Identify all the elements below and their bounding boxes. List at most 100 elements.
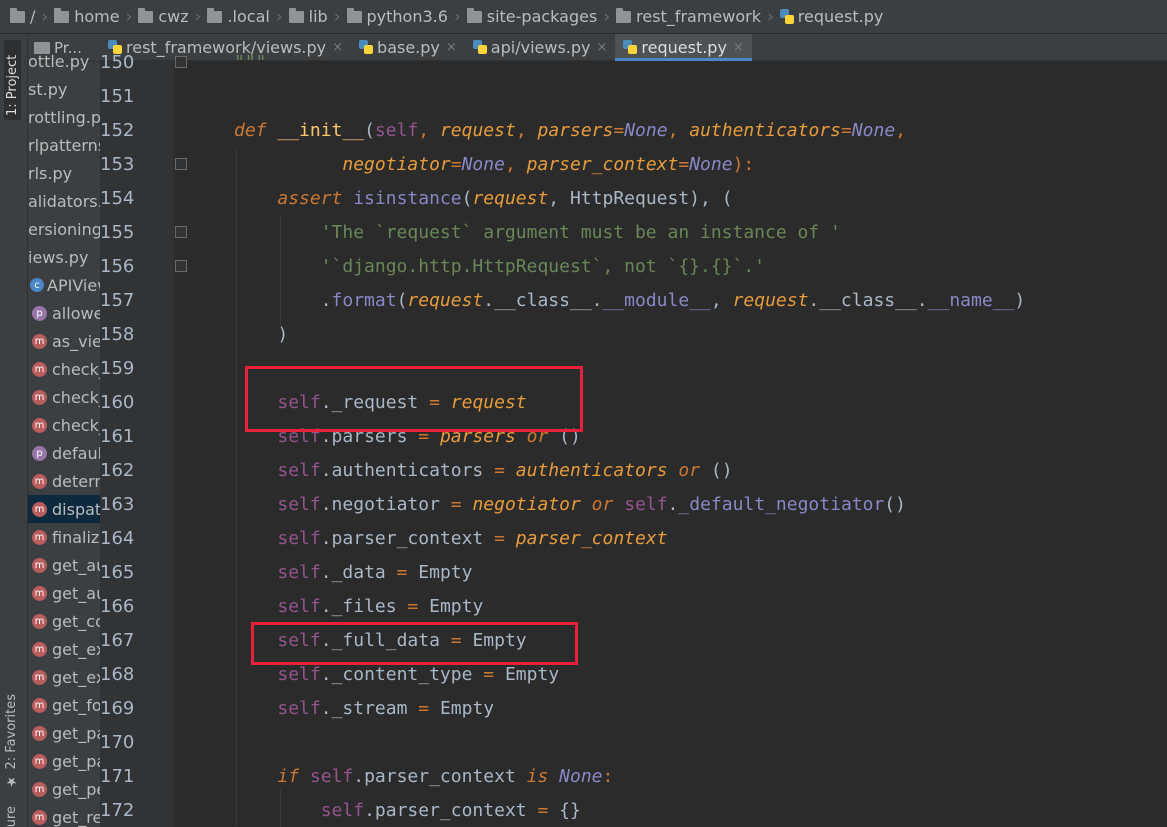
breadcrumb-label: .local xyxy=(227,7,270,26)
python-file-icon xyxy=(779,9,794,24)
line-number: 167 xyxy=(100,629,135,651)
line-number: 171 xyxy=(100,765,135,787)
code-token: __name__ xyxy=(927,289,1015,311)
code-token: , xyxy=(710,289,733,311)
breadcrumb-item[interactable]: / xyxy=(10,7,35,26)
code-token: self xyxy=(277,663,321,685)
code-token: or xyxy=(678,459,711,481)
code-token: = xyxy=(407,595,430,617)
highlight-box-full-data xyxy=(251,622,578,665)
breadcrumb-item[interactable]: python3.6 xyxy=(346,7,448,26)
code-token: ) xyxy=(234,323,289,345)
code-token: self xyxy=(277,459,321,481)
code-token: .parser_context xyxy=(353,765,527,787)
code-token: self xyxy=(277,697,321,719)
breadcrumb-item[interactable]: cwz xyxy=(138,7,189,26)
folder-icon xyxy=(54,7,70,23)
code-token: ._files xyxy=(320,595,408,617)
code-token: .parser_context xyxy=(364,799,538,821)
code-token: = xyxy=(450,153,462,175)
code-token: None xyxy=(461,153,505,175)
code-token: ( xyxy=(461,187,473,209)
code-token: def xyxy=(234,119,278,141)
code-token: if xyxy=(277,765,310,787)
code-token: = xyxy=(450,493,473,515)
line-number: 172 xyxy=(100,799,135,821)
breadcrumb-item[interactable]: request.py xyxy=(779,7,883,26)
breadcrumb-separator-icon: › xyxy=(275,6,283,27)
code-token: is xyxy=(526,765,560,787)
code-text: negotiator=None, parser_context=None): xyxy=(234,154,754,175)
breadcrumb-label: home xyxy=(74,7,120,26)
folder-icon xyxy=(346,7,362,23)
breadcrumb-item[interactable]: site-packages xyxy=(466,7,598,26)
code-line: 162 self.authenticators = authenticators… xyxy=(0,453,1067,487)
line-number: 152 xyxy=(100,119,135,141)
breadcrumb-label: rest_framework xyxy=(636,7,761,26)
code-text: self._data = Empty xyxy=(234,562,472,583)
code-text: if self.parser_context is None: xyxy=(234,766,613,787)
indent-guide xyxy=(280,790,281,827)
code-token: , xyxy=(504,153,527,175)
code-line: 171 if self.parser_context is None: xyxy=(0,759,1067,793)
code-token: self xyxy=(624,493,668,515)
line-number: 158 xyxy=(100,323,135,345)
code-token: = xyxy=(678,153,690,175)
code-token: ( xyxy=(364,119,375,141)
code-text: self.parser_context = parser_context xyxy=(234,527,668,549)
code-token: .negotiator xyxy=(320,493,451,515)
code-token: () xyxy=(710,459,733,481)
code-token: parser_context xyxy=(515,527,668,549)
code-token: ) xyxy=(1014,289,1026,311)
breadcrumb-separator-icon: › xyxy=(194,6,202,27)
code-token: ._stream xyxy=(320,697,419,719)
code-token: .parser_context xyxy=(320,527,495,549)
fold-marker-icon[interactable] xyxy=(175,158,187,170)
code-token: self xyxy=(277,527,321,549)
breadcrumb-separator-icon: › xyxy=(603,6,611,27)
breadcrumb-label: site-packages xyxy=(486,7,598,26)
line-number: 151 xyxy=(100,85,135,107)
code-token: None xyxy=(559,765,603,787)
code-token: __module__ xyxy=(602,289,711,311)
code-token: = xyxy=(396,561,419,583)
fold-marker-icon[interactable] xyxy=(175,226,187,238)
highlight-box-request xyxy=(245,366,583,432)
line-number: 154 xyxy=(100,187,135,209)
code-token: ._content_type xyxy=(320,663,484,685)
code-token: ( xyxy=(396,289,408,311)
code-text: self._stream = Empty xyxy=(234,698,494,719)
breadcrumb-item[interactable]: lib xyxy=(288,7,328,26)
code-line: 150 """ xyxy=(0,45,1067,79)
breadcrumb-item[interactable]: rest_framework xyxy=(616,7,761,26)
fold-marker-icon[interactable] xyxy=(175,260,187,272)
breadcrumb-label: python3.6 xyxy=(366,7,448,26)
code-token: negotiator xyxy=(342,153,451,175)
code-line: 166 self._files = Empty xyxy=(0,589,1067,623)
breadcrumb-separator-icon: › xyxy=(125,6,133,27)
code-token: . xyxy=(320,289,332,311)
code-token: None xyxy=(689,153,733,175)
folder-icon xyxy=(616,7,632,23)
code-text: 'The `request` argument must be an insta… xyxy=(234,222,841,243)
code-token: .__class__. xyxy=(808,289,928,311)
code-token: _default_negotiator xyxy=(678,493,885,515)
line-number: 150 xyxy=(100,51,135,73)
code-token: or xyxy=(591,493,625,515)
breadcrumb-item[interactable]: home xyxy=(54,7,120,26)
code-line: 170 xyxy=(0,725,1067,759)
code-text: self.parser_context = {} xyxy=(234,800,581,821)
folder-icon xyxy=(138,7,154,23)
fold-marker-icon[interactable] xyxy=(175,56,187,68)
folder-icon xyxy=(207,7,223,23)
breadcrumb-item[interactable]: .local xyxy=(207,7,270,26)
code-line: 172 self.parser_context = {} xyxy=(0,793,1067,827)
code-token: = xyxy=(494,459,516,481)
